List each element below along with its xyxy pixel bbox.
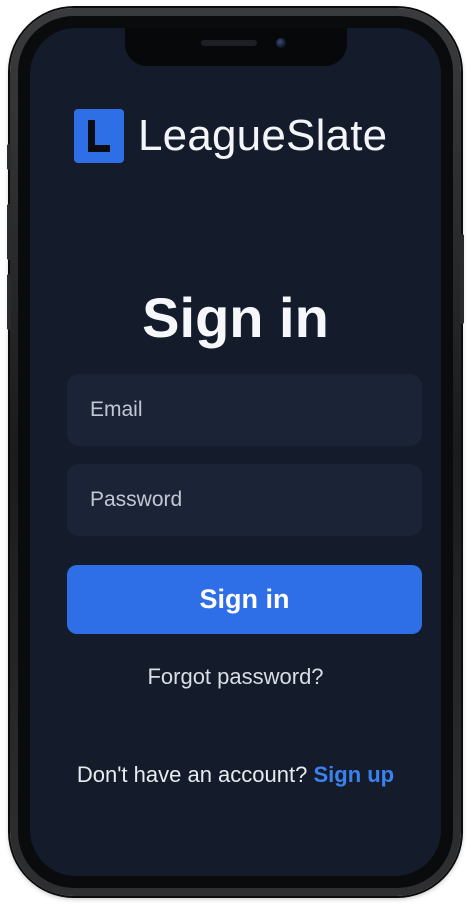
front-camera-icon bbox=[275, 38, 286, 48]
forgot-password-link[interactable]: Forgot password? bbox=[30, 664, 441, 690]
earpiece-speaker-icon bbox=[200, 40, 257, 46]
app-screen: LeagueSlate Sign in Sign in Forgot passw… bbox=[30, 28, 441, 876]
email-field[interactable] bbox=[67, 374, 422, 446]
password-field[interactable] bbox=[67, 464, 422, 536]
side-button-volume-up bbox=[7, 204, 11, 260]
phone-bezel: LeagueSlate Sign in Sign in Forgot passw… bbox=[18, 16, 453, 888]
phone-frame: LeagueSlate Sign in Sign in Forgot passw… bbox=[7, 8, 464, 896]
brand-name: LeagueSlate bbox=[138, 111, 388, 160]
side-button-volume-down bbox=[7, 274, 11, 330]
letter-l-logo-icon bbox=[74, 109, 124, 163]
sign-up-link[interactable]: Sign up bbox=[313, 762, 394, 787]
page-title: Sign in bbox=[142, 286, 329, 349]
side-button-power bbox=[460, 234, 464, 324]
logo-l-glyph bbox=[88, 120, 110, 152]
no-account-text: Don't have an account? bbox=[76, 762, 308, 787]
side-button-silent bbox=[7, 144, 11, 170]
brand-header: LeagueSlate bbox=[74, 108, 387, 164]
notch bbox=[124, 28, 347, 66]
sign-in-button[interactable]: Sign in bbox=[67, 565, 422, 634]
signup-prompt: Don't have an account? Sign up bbox=[30, 762, 441, 788]
